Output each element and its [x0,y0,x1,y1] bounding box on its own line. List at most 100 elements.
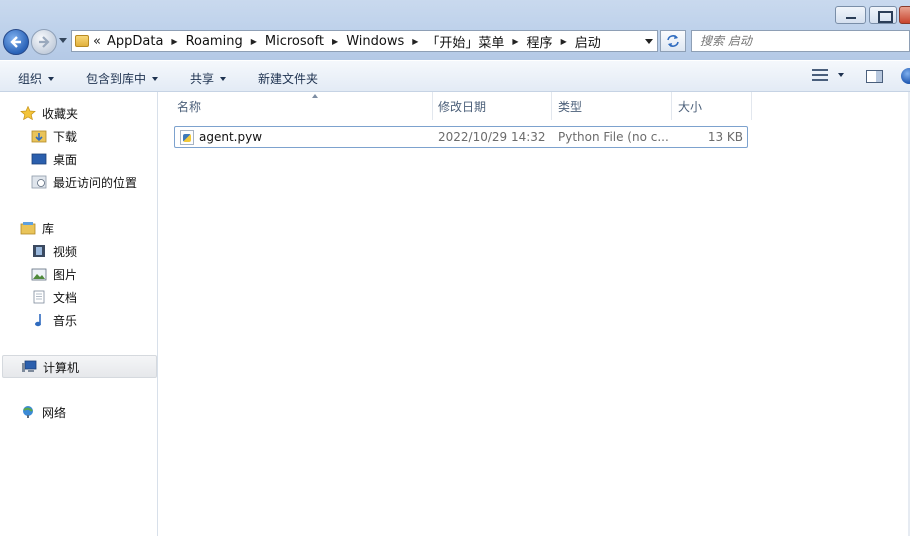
chevron-right-icon[interactable]: ▶ [171,37,177,46]
breadcrumb-windows[interactable]: Windows ▶ [346,34,426,49]
nav-downloads[interactable]: 下载 [31,127,77,145]
nav-label: 音乐 [53,313,78,328]
chevron-right-icon[interactable]: ▶ [412,37,418,46]
nav-computer[interactable]: 计算机 [2,355,157,378]
file-row[interactable]: agent.pyw 2022/10/29 14:32 Python File (… [174,126,748,148]
sort-ascending-icon [312,94,318,98]
address-bar[interactable]: « AppData ▶ Roaming ▶ Microsoft ▶ Windows ▶ … [71,30,658,52]
help-icon[interactable] [901,68,910,84]
breadcrumb-label: Roaming [185,33,243,49]
chevron-right-icon[interactable]: ▶ [561,37,567,46]
file-type: Python File (no c... [558,130,669,144]
breadcrumb-label: AppData [106,33,164,49]
column-divider[interactable] [551,92,552,120]
nav-label: 计算机 [43,360,80,375]
change-view-menu[interactable] [812,69,844,81]
preview-pane-button[interactable] [866,70,883,83]
chevron-right-icon[interactable]: ▶ [251,37,257,46]
nav-recent-places[interactable]: 最近访问的位置 [31,173,137,191]
chevron-right-icon[interactable]: ▶ [512,37,518,46]
nav-label: 图片 [53,267,78,282]
computer-icon [22,360,37,372]
nav-pictures[interactable]: 图片 [31,265,77,283]
breadcrumb-label: Microsoft [264,33,325,49]
nav-label: 文档 [53,290,78,305]
libraries-icon [20,222,36,235]
breadcrumb-roaming[interactable]: Roaming ▶ [186,34,265,49]
refresh-icon [667,35,679,47]
nav-label: 最近访问的位置 [53,175,138,190]
refresh-button[interactable] [660,30,686,52]
nav-videos[interactable]: 视频 [31,242,77,260]
python-file-icon [180,130,194,145]
new-folder-button[interactable]: 新建文件夹 [258,70,318,87]
organize-label: 组织 [18,72,43,86]
arrow-left-icon [10,36,21,48]
nav-libraries[interactable]: 库 [20,219,54,237]
address-history-dropdown[interactable] [645,39,653,44]
music-icon [35,314,41,327]
back-button[interactable] [3,29,29,55]
file-list: 名称 修改日期 类型 大小 agent.pyw 2022/10/29 14:32… [159,92,910,536]
column-divider[interactable] [432,92,433,120]
breadcrumb-startup[interactable]: 启动 [575,32,601,51]
include-in-library-label: 包含到库中 [86,72,147,86]
column-date[interactable]: 修改日期 [438,98,486,118]
nav-network[interactable]: 网络 [20,403,66,421]
caret-down-icon [838,73,844,77]
nav-music[interactable]: 音乐 [31,311,77,329]
breadcrumb-overflow[interactable]: « [93,34,101,49]
close-button[interactable] [899,6,910,24]
details-view-icon [812,69,828,81]
minimize-button[interactable] [835,6,866,24]
file-size: 13 KB [707,130,743,144]
search-input[interactable] [692,31,909,51]
folder-icon [75,35,89,47]
breadcrumb-label: 程序 [526,35,553,51]
command-bar: 组织 包含到库中 共享 新建文件夹 [0,60,910,92]
breadcrumb-start-menu[interactable]: 「开始」菜单 ▶ [426,32,526,51]
nav-label: 下载 [53,129,78,144]
column-header: 名称 修改日期 类型 大小 [173,92,753,120]
new-folder-label: 新建文件夹 [258,72,319,86]
navigation-pane: 收藏夹 下载 桌面 最近访问的位置 库 视频 图片 文档 音乐 计算机 网络 [0,92,158,536]
column-divider[interactable] [751,92,752,120]
nav-label: 收藏夹 [42,106,79,121]
column-divider[interactable] [671,92,672,120]
share-menu[interactable]: 共享 [190,70,227,87]
recent-places-icon [31,175,47,189]
star-icon [20,106,36,120]
pictures-icon [31,268,47,281]
recent-pages-dropdown[interactable] [59,38,67,43]
breadcrumb-appdata[interactable]: AppData ▶ [107,34,186,49]
video-icon [33,245,45,257]
column-size[interactable]: 大小 [678,98,702,118]
chevron-right-icon[interactable]: ▶ [332,37,338,46]
nav-favorites[interactable]: 收藏夹 [20,104,78,122]
network-icon [23,406,33,418]
organize-menu[interactable]: 组织 [18,70,55,87]
search-box[interactable] [691,30,910,52]
file-name: agent.pyw [199,130,263,144]
column-type[interactable]: 类型 [558,98,582,118]
nav-label: 视频 [53,244,78,259]
nav-computer-content: 计算机 [21,358,79,376]
nav-desktop[interactable]: 桌面 [31,150,77,168]
documents-icon [33,290,45,304]
breadcrumb-programs[interactable]: 程序 ▶ [527,32,575,51]
nav-label: 库 [42,221,55,236]
arrow-right-icon [39,36,50,48]
nav-documents[interactable]: 文档 [31,288,77,306]
file-date: 2022/10/29 14:32 [438,130,546,144]
maximize-button[interactable] [869,6,897,24]
column-name[interactable]: 名称 [177,98,201,118]
nav-label: 桌面 [53,152,78,167]
share-label: 共享 [190,72,215,86]
include-in-library-menu[interactable]: 包含到库中 [86,70,159,87]
breadcrumb-label: 启动 [574,35,601,51]
title-address-bar: « AppData ▶ Roaming ▶ Microsoft ▶ Windows ▶ … [0,0,910,60]
breadcrumb-microsoft[interactable]: Microsoft ▶ [265,34,346,49]
desktop-icon [31,153,47,165]
forward-button[interactable] [31,29,57,55]
breadcrumb-label: 「开始」菜单 [426,35,505,51]
